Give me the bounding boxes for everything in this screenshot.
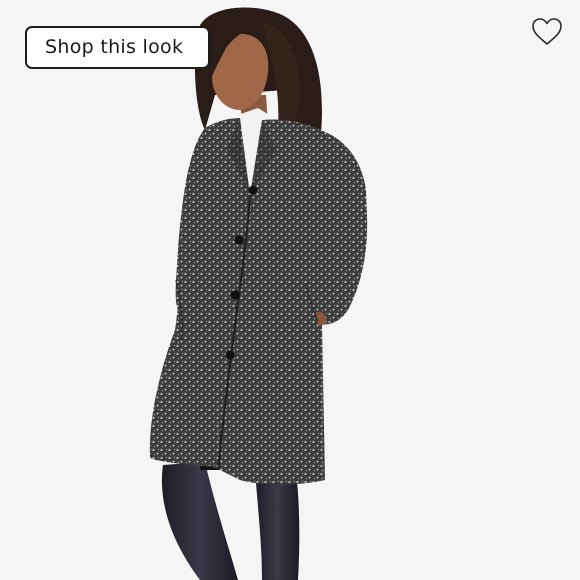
heart-outline-icon: [532, 18, 562, 45]
product-look-card: Shop this look: [0, 0, 580, 580]
product-photo: [0, 0, 580, 580]
shop-this-look-button[interactable]: Shop this look: [25, 26, 210, 69]
favorite-button[interactable]: [530, 16, 564, 48]
